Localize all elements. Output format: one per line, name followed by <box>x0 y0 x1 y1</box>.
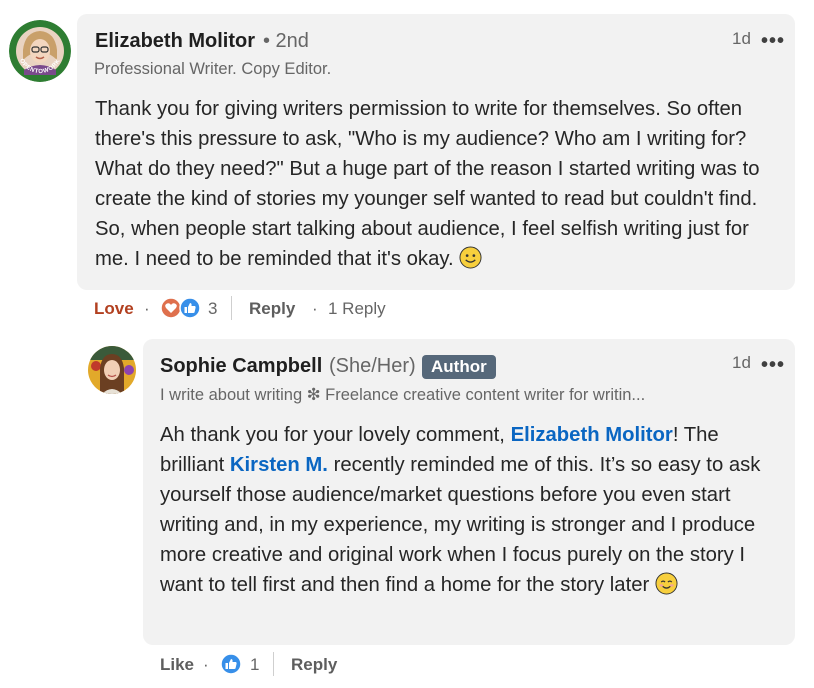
action-dot: · <box>312 299 318 318</box>
smiling-blush-face-icon <box>655 572 678 595</box>
reaction-count[interactable]: 3 <box>208 299 217 319</box>
like-icon <box>179 297 201 319</box>
smiley-face-icon <box>459 246 482 269</box>
author-badge: Author <box>422 355 496 379</box>
more-options-icon[interactable]: ••• <box>761 355 785 375</box>
author-name[interactable]: Elizabeth Molitor <box>95 30 255 53</box>
like-button[interactable]: Like <box>160 655 194 675</box>
reaction-icons[interactable] <box>160 297 204 319</box>
avatar-elizabeth-molitor[interactable]: OPENTOWORK <box>9 20 71 82</box>
reaction-count[interactable]: 1 <box>250 655 259 675</box>
reply-count-link[interactable]: 1 Reply <box>328 299 386 319</box>
action-dot: · <box>203 655 209 674</box>
author-name[interactable]: Sophie Campbell <box>160 355 322 378</box>
reply-button[interactable]: Reply <box>291 655 337 675</box>
reply-button[interactable]: Reply <box>249 299 295 319</box>
connection-degree: • 2nd <box>263 30 309 52</box>
mention-elizabeth-molitor[interactable]: Elizabeth Molitor <box>511 424 673 446</box>
comment-text: Ah thank you for your lovely comment, <box>160 424 511 446</box>
timestamp: 1d <box>732 353 751 372</box>
love-icon <box>160 297 182 319</box>
love-reaction-button[interactable]: Love <box>94 299 134 319</box>
divider <box>273 652 274 676</box>
timestamp: 1d <box>732 29 751 48</box>
avatar-sophie-campbell[interactable] <box>88 346 136 394</box>
like-icon[interactable] <box>220 653 242 675</box>
comment-text: Thank you for giving writers permission … <box>95 98 760 270</box>
author-pronouns: (She/Her) <box>329 355 416 377</box>
author-headline: I write about writing ❇ Freelance creati… <box>160 386 646 404</box>
more-options-icon[interactable]: ••• <box>761 31 785 51</box>
action-dot: · <box>144 299 150 318</box>
comment-body: Thank you for giving writers permission … <box>95 94 785 274</box>
author-headline: Professional Writer. Copy Editor. <box>94 60 332 78</box>
divider <box>231 296 232 320</box>
mention-kirsten-m[interactable]: Kirsten M. <box>230 454 328 476</box>
comment-body: Ah thank you for your lovely comment, El… <box>160 420 782 600</box>
